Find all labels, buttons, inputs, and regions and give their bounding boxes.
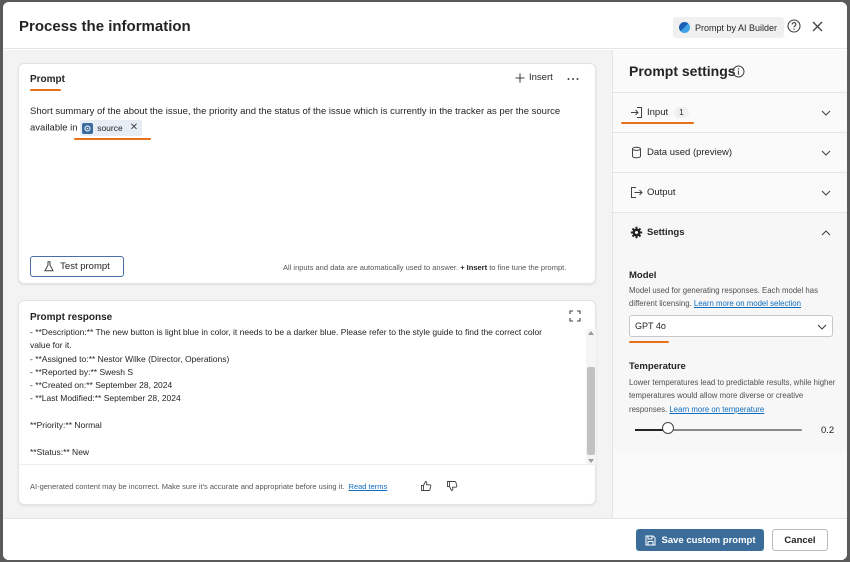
- database-icon: [632, 146, 641, 159]
- accordion-settings[interactable]: Settings: [613, 212, 847, 252]
- prompt-settings-panel: Prompt settings Input 1 Data used (previe…: [612, 50, 847, 518]
- scroll-down-icon[interactable]: [588, 459, 594, 463]
- model-underline: [629, 341, 669, 343]
- input-count-badge: 1: [674, 107, 689, 118]
- info-icon[interactable]: [732, 65, 745, 78]
- model-dropdown[interactable]: GPT 4o: [629, 315, 833, 337]
- input-label: Input: [647, 107, 669, 118]
- remove-chip-icon[interactable]: ✕: [130, 120, 138, 136]
- response-line: [30, 406, 570, 419]
- temperature-title: Temperature: [629, 361, 686, 372]
- chevron-down-icon: [821, 150, 831, 156]
- prompt-card: Prompt Insert Short summary of the about…: [18, 63, 596, 284]
- prompt-pane: Prompt Insert Short summary of the about…: [3, 50, 612, 518]
- dialog-header: Process the information Prompt by AI Bui…: [3, 2, 847, 49]
- hint-text-pre: All inputs and data are automatically us…: [283, 263, 459, 272]
- badge-label: Prompt by AI Builder: [695, 22, 778, 33]
- hint-insert: + Insert: [460, 263, 488, 272]
- test-prompt-label: Test prompt: [60, 261, 110, 272]
- save-custom-prompt-button[interactable]: Save custom prompt: [636, 529, 764, 551]
- settings-title: Prompt settings: [629, 63, 736, 79]
- model-description: Model used for generating responses. Eac…: [629, 284, 839, 311]
- accordion-input[interactable]: Input 1: [613, 92, 847, 132]
- response-line: - **Last Modified:** September 28, 2024: [30, 393, 181, 404]
- cancel-button[interactable]: Cancel: [772, 529, 828, 551]
- disclaimer-text: AI-generated content may be incorrect. M…: [30, 482, 345, 491]
- response-line: - **Reported by:** Swesh S: [30, 366, 133, 377]
- temperature-link[interactable]: Learn more on temperature: [669, 405, 764, 414]
- prompt-line-1: Short summary of the about the issue, th…: [30, 106, 561, 117]
- expand-icon[interactable]: [569, 310, 581, 322]
- tab-prompt[interactable]: Prompt: [30, 74, 65, 85]
- read-terms-link[interactable]: Read terms: [349, 482, 388, 491]
- model-title: Model: [629, 270, 657, 281]
- response-body[interactable]: - **Description:** The new button is lig…: [19, 329, 597, 465]
- save-icon: [645, 535, 656, 545]
- output-icon: [631, 187, 643, 198]
- response-line: value for it.: [30, 340, 72, 351]
- ai-builder-badge: Prompt by AI Builder: [673, 17, 785, 38]
- response-line: [30, 432, 570, 445]
- process-dialog: Process the information Prompt by AI Bui…: [3, 2, 847, 560]
- source-chip[interactable]: source ✕: [80, 120, 143, 136]
- thumbs-down-icon[interactable]: [446, 480, 458, 492]
- help-icon: [787, 19, 801, 33]
- thumbs-up-icon[interactable]: [420, 480, 432, 492]
- input-icon: [631, 107, 642, 118]
- close-button[interactable]: [809, 18, 825, 34]
- response-line: - **Description:** The new button is lig…: [30, 329, 543, 337]
- insert-button[interactable]: Insert: [515, 72, 553, 83]
- accordion-data-used[interactable]: Data used (preview): [613, 132, 847, 172]
- source-chip-label: source: [97, 123, 123, 133]
- plus-icon: [515, 73, 525, 82]
- prompt-line-2: available in source ✕: [30, 120, 580, 137]
- accordion-output[interactable]: Output: [613, 172, 847, 212]
- chevron-up-icon: [821, 230, 831, 236]
- prompt-editor[interactable]: Short summary of the about the issue, th…: [30, 104, 580, 137]
- prompt-tab-underline: [30, 89, 61, 91]
- help-button[interactable]: [786, 18, 802, 34]
- hint-text-post: to fine tune the prompt.: [489, 263, 567, 272]
- dialog-title: Process the information: [19, 18, 191, 35]
- settings-section-label: Settings: [647, 227, 685, 238]
- input-section-label: Input 1: [647, 107, 689, 118]
- output-label: Output: [647, 187, 676, 198]
- dialog-footer: Save custom prompt Cancel: [3, 518, 847, 560]
- response-title: Prompt response: [30, 312, 113, 323]
- settings-body: [613, 252, 847, 453]
- prompt-line-2-text: available in: [30, 122, 78, 134]
- save-label: Save custom prompt: [661, 534, 756, 546]
- source-chip-underline: [74, 138, 151, 140]
- response-line: - **Assigned to:** Nestor Wilke (Directo…: [30, 353, 230, 364]
- close-icon: [812, 21, 822, 31]
- response-line: **Priority:** Normal: [30, 420, 102, 431]
- ai-disclaimer: AI-generated content may be incorrect. M…: [30, 482, 387, 491]
- ai-builder-icon: [679, 22, 690, 33]
- gear-icon: [630, 226, 643, 239]
- response-text: - **Description:** The new button is lig…: [30, 329, 570, 459]
- source-icon: [82, 122, 94, 134]
- test-prompt-button[interactable]: Test prompt: [30, 256, 124, 277]
- model-selected-value: GPT 4o: [635, 321, 666, 331]
- prompt-response-card: Prompt response - **Description:** The n…: [18, 300, 597, 505]
- chevron-down-icon: [821, 190, 831, 196]
- chevron-down-icon: [821, 110, 831, 116]
- chevron-down-icon: [817, 324, 827, 330]
- temperature-slider[interactable]: [635, 429, 802, 431]
- temperature-description: Lower temperatures lead to predictable r…: [629, 376, 839, 416]
- scroll-thumb[interactable]: [587, 367, 595, 455]
- response-scrollbar[interactable]: [586, 329, 596, 464]
- temperature-value: 0.2: [821, 425, 835, 436]
- data-used-label: Data used (preview): [647, 147, 733, 158]
- more-icon: [567, 78, 579, 80]
- response-line: **Status:** New: [30, 446, 90, 457]
- scroll-up-icon[interactable]: [588, 331, 594, 335]
- input-underline: [621, 122, 694, 124]
- more-options-button[interactable]: [567, 70, 579, 84]
- response-line: - **Created on:** September 28, 2024: [30, 380, 173, 391]
- flask-icon: [44, 261, 54, 272]
- model-selection-link[interactable]: Learn more on model selection: [694, 299, 801, 308]
- insert-label: Insert: [529, 72, 553, 83]
- insert-hint: All inputs and data are automatically us…: [283, 263, 566, 272]
